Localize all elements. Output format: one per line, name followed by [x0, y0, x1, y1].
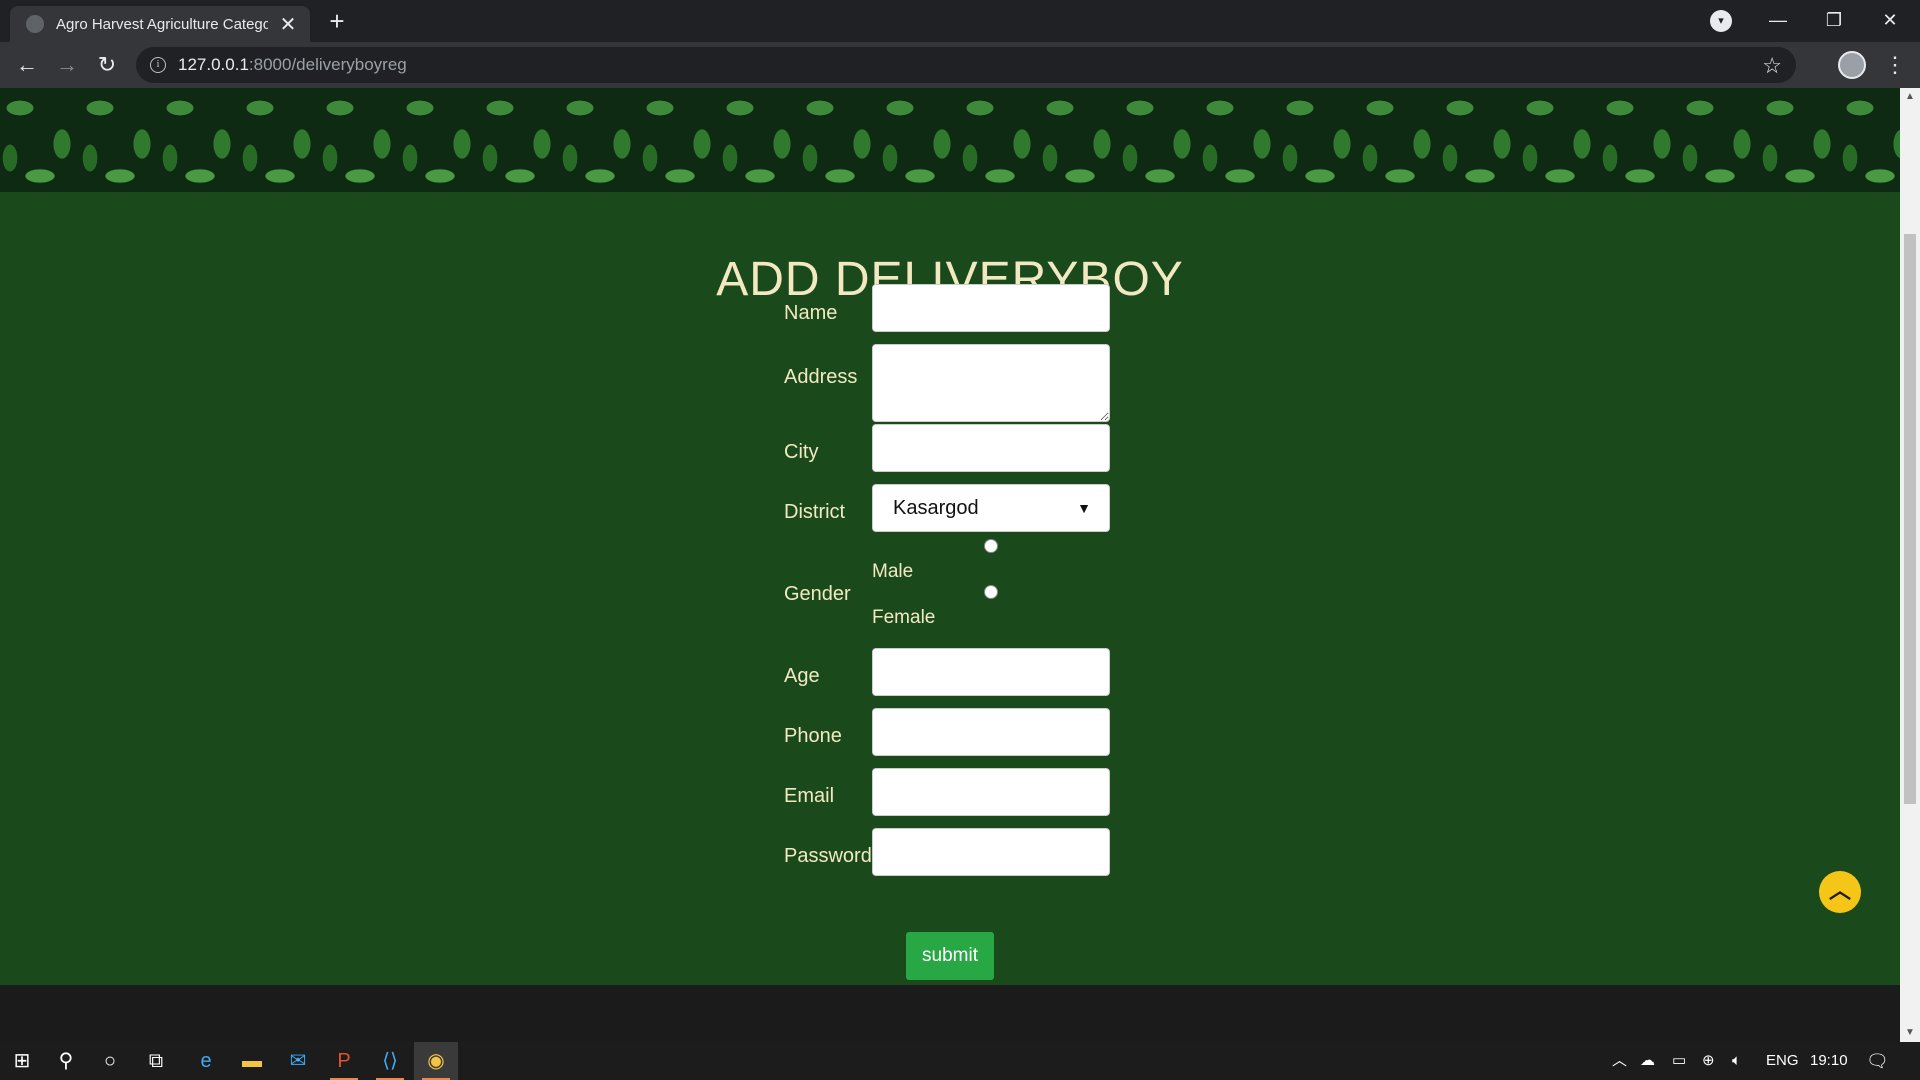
- mail-icon[interactable]: ✉: [276, 1042, 320, 1080]
- onedrive-icon[interactable]: ☁: [1640, 1042, 1655, 1080]
- profile-avatar[interactable]: [1838, 51, 1866, 79]
- page-scrollbar[interactable]: ▲ ▼: [1900, 88, 1920, 1042]
- url-path: :8000/deliveryboyreg: [248, 55, 407, 74]
- close-window-icon[interactable]: ✕: [1862, 0, 1918, 40]
- address-label: Address: [784, 366, 858, 388]
- password-input[interactable]: [872, 828, 1110, 876]
- name-label: Name: [784, 302, 838, 324]
- registration-section: ADD DELIVERYBOY Name Address City Distri…: [0, 192, 1900, 985]
- back-to-top-button[interactable]: ︿: [1819, 871, 1861, 913]
- site-info-icon[interactable]: i: [150, 57, 166, 73]
- new-tab-button[interactable]: +: [322, 6, 352, 36]
- browser-tab[interactable]: Agro Harvest Agriculture Catego ✕: [10, 6, 310, 42]
- browser-toolbar: ← → ↻ i 127.0.0.1:8000/deliveryboyreg ☆ …: [0, 42, 1920, 88]
- gender-female-label: Female: [872, 607, 936, 628]
- volume-icon[interactable]: 🔈︎: [1732, 1042, 1741, 1080]
- page-viewport: ADD DELIVERYBOY Name Address City Distri…: [0, 88, 1900, 1042]
- bookmark-star-icon[interactable]: ☆: [1762, 53, 1782, 79]
- vscode-icon[interactable]: ⟨⟩: [368, 1042, 412, 1080]
- windows-taskbar: ⊞ ⚲ ○ ⧉ e ▬ ✉ P ⟨⟩ ◉ ︿ ☁ ▭ ⊕ 🔈︎ ENG 19:1…: [0, 1042, 1920, 1080]
- submit-button[interactable]: submit: [906, 932, 994, 980]
- age-label: Age: [784, 665, 820, 687]
- browser-menu-icon[interactable]: ⋮: [1884, 50, 1906, 80]
- city-input[interactable]: [872, 424, 1110, 472]
- cortana-icon[interactable]: ○: [88, 1042, 132, 1080]
- task-view-icon[interactable]: ⧉: [134, 1042, 178, 1080]
- file-explorer-icon[interactable]: ▬: [230, 1042, 274, 1080]
- gender-male-label: Male: [872, 561, 914, 582]
- district-select[interactable]: Kasargod ▼: [872, 484, 1110, 532]
- gender-female-radio[interactable]: [984, 585, 998, 599]
- age-input[interactable]: [872, 648, 1110, 696]
- leaf-banner-image: [0, 88, 1900, 192]
- language-indicator[interactable]: ENG: [1766, 1042, 1799, 1080]
- restore-icon[interactable]: ❐: [1806, 0, 1862, 40]
- phone-input[interactable]: [872, 708, 1110, 756]
- gender-male-radio[interactable]: [984, 539, 998, 553]
- url-host: 127.0.0.1: [178, 55, 249, 74]
- search-icon[interactable]: ⚲: [44, 1042, 88, 1080]
- password-label: Password: [784, 845, 872, 867]
- network-icon[interactable]: ⊕: [1702, 1042, 1715, 1080]
- tab-title: Agro Harvest Agriculture Catego: [56, 15, 268, 33]
- phone-label: Phone: [784, 725, 842, 747]
- scroll-up-arrow-icon[interactable]: ▲: [1900, 88, 1920, 106]
- scroll-thumb[interactable]: [1904, 234, 1916, 804]
- district-selected-value: Kasargod: [893, 496, 979, 519]
- name-input[interactable]: [872, 284, 1110, 332]
- edge-icon[interactable]: e: [184, 1042, 228, 1080]
- tab-search-icon[interactable]: ▾: [1710, 10, 1732, 32]
- gender-label: Gender: [784, 583, 851, 605]
- address-textarea[interactable]: [872, 344, 1110, 422]
- scroll-down-arrow-icon[interactable]: ▼: [1900, 1024, 1920, 1042]
- page-footer: [0, 985, 1900, 1042]
- forward-icon[interactable]: →: [52, 50, 82, 80]
- battery-icon[interactable]: ▭: [1672, 1042, 1686, 1080]
- chevron-down-icon: ▼: [1077, 500, 1091, 516]
- close-tab-icon[interactable]: ✕: [278, 12, 298, 37]
- notifications-icon[interactable]: 🗨︎: [1866, 1042, 1889, 1080]
- minimize-icon[interactable]: —: [1750, 0, 1806, 40]
- district-label: District: [784, 501, 846, 523]
- globe-icon: [26, 15, 44, 33]
- powerpoint-icon[interactable]: P: [322, 1042, 366, 1080]
- windows-start-icon[interactable]: ⊞: [0, 1042, 44, 1080]
- reload-icon[interactable]: ↻: [92, 50, 122, 80]
- show-hidden-icons-icon[interactable]: ︿: [1612, 1042, 1627, 1080]
- back-icon[interactable]: ←: [12, 50, 42, 80]
- address-bar[interactable]: i 127.0.0.1:8000/deliveryboyreg ☆: [136, 47, 1796, 83]
- browser-tab-strip: Agro Harvest Agriculture Catego ✕ + ▾ — …: [0, 0, 1920, 42]
- city-label: City: [784, 441, 819, 463]
- clock[interactable]: 19:10: [1810, 1042, 1848, 1080]
- chevron-up-icon: ︿: [1828, 878, 1851, 903]
- email-input[interactable]: [872, 768, 1110, 816]
- chrome-icon[interactable]: ◉: [414, 1042, 458, 1080]
- email-label: Email: [784, 785, 835, 807]
